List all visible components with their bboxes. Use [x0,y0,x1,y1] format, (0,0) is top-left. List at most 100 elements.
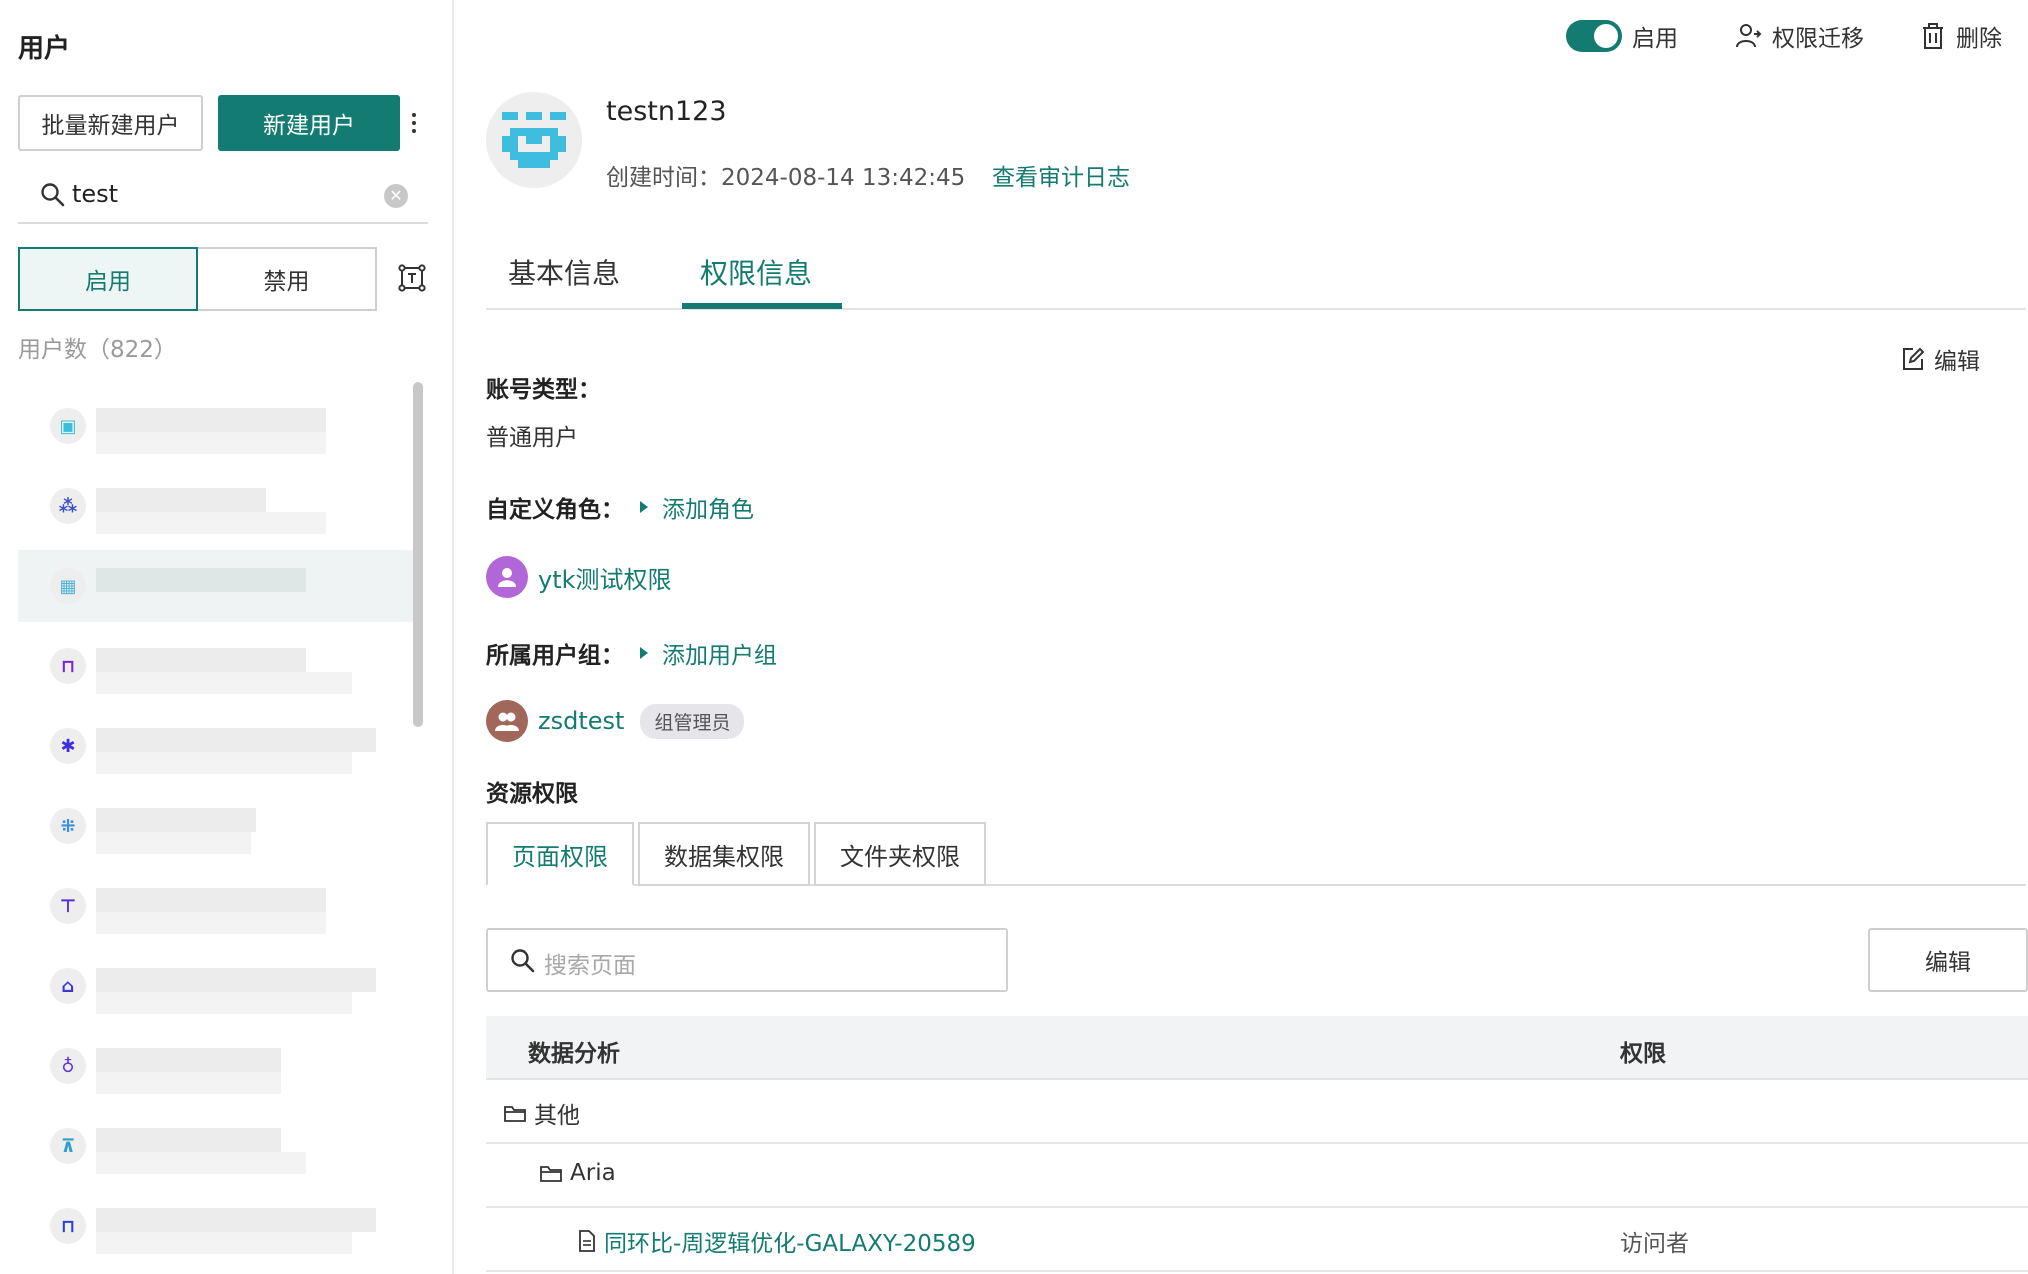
user-list-item[interactable]: ⊼ [18,1110,418,1182]
filter-enabled-tab[interactable]: 启用 [18,247,198,311]
created-time: 创建时间：2024-08-14 13:42:45 [606,165,966,191]
edit-label: 编辑 [1934,349,1980,375]
page-search-input[interactable]: 搜索页面 [486,928,1008,992]
sidebar-title: 用户 [18,34,71,64]
user-search-input[interactable]: test ✕ [18,170,428,224]
filter-disabled-tab[interactable]: 禁用 [198,247,377,311]
add-group-link[interactable]: 添加用户组 [640,636,777,670]
user-list-scrollbar[interactable] [413,382,423,727]
clear-search-icon[interactable]: ✕ [384,184,408,208]
user-list-item[interactable]: ▦ [18,550,418,622]
user-avatar-icon: ⊓ [50,1208,86,1244]
user-list-item[interactable]: ⁂ [18,470,418,542]
table-row[interactable]: 其他 [486,1080,2028,1144]
folder-icon [540,1166,562,1182]
user-group-label: 所属用户组： [486,643,624,669]
group-admin-badge: 组管理员 [640,703,745,739]
profile-name: testn123 [606,96,727,127]
role-name: ytk测试权限 [538,565,672,594]
group-chip[interactable]: zsdtest 组管理员 [486,700,745,742]
user-list-item[interactable]: ⁜ [18,790,418,862]
user-avatar-icon: ⁜ [50,808,86,844]
row-permission: 访问者 [1620,1231,1689,1257]
table-header: 数据分析 权限 [486,1016,2028,1080]
table-row[interactable]: Aria [486,1144,2028,1208]
role-avatar-icon [486,556,528,598]
user-list-item[interactable]: ⌂ [18,950,418,1022]
edit-permission-button[interactable]: 编辑 [1900,342,1980,376]
search-icon [41,183,65,207]
permission-migrate-label: 权限迁移 [1772,26,1864,52]
add-group-label: 添加用户组 [662,643,777,669]
row-name: 其他 [534,1103,580,1129]
search-icon [511,949,535,973]
header-actions: 启用 权限迁移 删除 [1566,16,2002,56]
delete-label: 删除 [1956,26,2002,52]
batch-create-user-button[interactable]: 批量新建用户 [18,95,203,151]
folder-cell: 其他 [504,1096,580,1130]
column-header-permission: 权限 [1620,1041,1666,1067]
custom-role-label: 自定义角色： [486,497,624,523]
user-list: ▣ ⁂ ▦ ⊓ ✱ ⁜ ⊤ ⌂ ♁ ⊼ ⊓ [18,390,418,1274]
edit-icon [1903,347,1925,370]
edit-page-permission-button[interactable]: 编辑 [1868,928,2028,992]
user-avatar-icon: ⊤ [50,888,86,924]
user-avatar-icon: ⊼ [50,1128,86,1164]
enable-label: 启用 [1632,26,1678,52]
create-user-button[interactable]: 新建用户 [218,95,400,151]
audit-log-link[interactable]: 查看审计日志 [992,158,1130,192]
user-avatar-icon: ⊓ [50,648,86,684]
permission-migrate-button[interactable]: 权限迁移 [1734,19,1864,53]
enable-toggle[interactable]: 启用 [1566,19,1678,53]
account-type-label: 账号类型： [486,377,601,403]
tab-basic-info[interactable]: 基本信息 [508,248,620,310]
resource-permission-label: 资源权限 [486,781,578,807]
user-avatar-icon: ♁ [50,1048,86,1084]
page-search-placeholder: 搜索页面 [544,953,636,979]
sidebar: 用户 批量新建用户 新建用户 test ✕ 启用 禁用 用户数（822） ▣ ⁂ ▦… [0,0,454,1274]
pixel-avatar-icon [502,112,566,168]
row-name: Aria [570,1160,616,1186]
resource-tabs: 页面权限 数据集权限 文件夹权限 [486,822,2026,886]
expand-select-icon[interactable] [398,264,426,292]
user-list-item[interactable]: ♁ [18,1030,418,1102]
add-role-label: 添加角色 [662,497,754,523]
group-avatar-icon [486,700,528,742]
tab-page-permission[interactable]: 页面权限 [486,822,634,886]
user-list-item[interactable]: ⊓ [18,1190,418,1262]
page-cell[interactable]: 同环比-周逻辑优化-GALAXY-20589 [578,1224,976,1258]
tab-folder-permission[interactable]: 文件夹权限 [814,822,986,886]
role-chip[interactable]: ytk测试权限 [486,556,672,598]
user-detail-panel: 启用 权限迁移 删除 testn123 创建时间：2024-08-14 13:4… [456,0,2028,1274]
detail-tabs: 基本信息 权限信息 [486,248,2026,310]
caret-right-icon [640,501,648,513]
tab-dataset-permission[interactable]: 数据集权限 [638,822,810,886]
user-list-item[interactable]: ⊤ [18,870,418,942]
caret-right-icon [640,647,648,659]
user-avatar-icon: ⌂ [50,968,86,1004]
active-tab-indicator [682,303,842,309]
table-row[interactable]: 同环比-周逻辑优化-GALAXY-20589 访问者 [486,1208,2028,1272]
status-filter: 启用 禁用 [18,247,377,311]
user-list-item[interactable]: ✱ [18,710,418,782]
account-type-value: 普通用户 [486,425,578,451]
user-avatar-icon: ▦ [50,568,86,604]
document-icon [579,1230,595,1252]
search-value[interactable]: test [72,180,118,208]
user-list-item[interactable]: ▣ [18,390,418,462]
tab-permission-info[interactable]: 权限信息 [700,248,812,310]
toggle-switch[interactable] [1566,20,1622,52]
group-name: zsdtest [538,707,625,735]
folder-cell: Aria [540,1160,616,1186]
delete-user-button[interactable]: 删除 [1920,19,2002,53]
add-role-link[interactable]: 添加角色 [640,490,754,524]
user-list-item[interactable]: ⊓ [18,630,418,702]
user-avatar-icon: ✱ [50,728,86,764]
column-header-name: 数据分析 [528,1041,620,1067]
more-options-icon[interactable] [404,105,424,141]
profile-avatar [486,92,582,188]
page-permission-table: 数据分析 权限 其他 Aria 同环比-周逻辑优化-GALAXY-20589 访… [486,1016,2028,1272]
trash-icon [1923,23,1943,49]
page-link[interactable]: 同环比-周逻辑优化-GALAXY-20589 [604,1224,976,1258]
user-avatar-icon: ⁂ [50,488,86,524]
